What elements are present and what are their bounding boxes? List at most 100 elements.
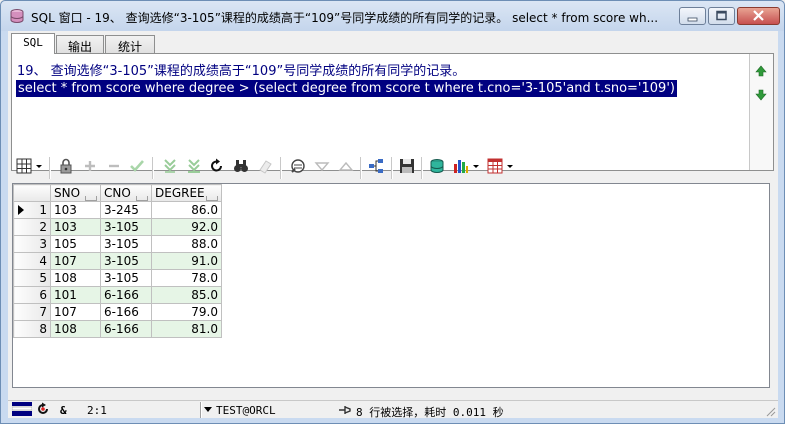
cell-degree[interactable]: 92.0 [151, 218, 222, 236]
bar-chart-icon[interactable] [452, 157, 470, 175]
close-button[interactable] [737, 7, 780, 25]
cell-degree[interactable]: 85.0 [151, 286, 222, 304]
cell-cno[interactable]: 3-105 [100, 235, 152, 253]
status-message: 8 行被选择，耗时 0.011 秒 [356, 406, 504, 419]
dropdown-icon[interactable] [471, 157, 481, 175]
grid-view-icon[interactable] [15, 157, 33, 175]
sql-query-line-selected[interactable]: select * from score where degree > (sele… [16, 80, 677, 97]
cell-sno[interactable]: 108 [50, 269, 101, 287]
cell-degree[interactable]: 86.0 [151, 201, 222, 219]
window-title: SQL 窗口 - 19、 查询选修“3-105”课程的成绩高于“109”号同学成… [31, 11, 659, 25]
cell-sno[interactable]: 103 [50, 201, 101, 219]
connection-indicator-icon [12, 402, 32, 416]
resize-grip-icon[interactable] [764, 405, 776, 417]
column-sort-box[interactable] [136, 196, 148, 201]
column-sort-box[interactable] [85, 196, 97, 201]
status-cursor-position: 2:1 [87, 404, 107, 417]
clear-eraser-icon [259, 160, 272, 174]
table-row[interactable]: 7 107 6-166 79.0 [13, 303, 222, 321]
column-header-degree[interactable]: DEGREE [151, 184, 222, 202]
cell-sno[interactable]: 103 [50, 218, 101, 236]
fetch-next-icon [164, 159, 176, 173]
dropdown-icon[interactable] [34, 157, 44, 175]
sql-window: SQL 窗口 - 19、 查询选修“3-105”课程的成绩高于“109”号同学成… [0, 0, 785, 424]
column-sort-box[interactable] [206, 196, 218, 201]
table-export-icon[interactable] [486, 157, 504, 175]
cell-degree[interactable]: 79.0 [151, 303, 222, 321]
cell-cno[interactable]: 3-105 [100, 252, 152, 270]
title-bar[interactable]: SQL 窗口 - 19、 查询选修“3-105”课程的成绩高于“109”号同学成… [1, 1, 784, 31]
status-connection[interactable]: TEST@ORCL [216, 404, 276, 417]
arrow-up-icon[interactable] [754, 64, 768, 78]
post-changes-icon [130, 160, 144, 172]
row-number[interactable]: 3 [13, 235, 51, 253]
minimize-icon [687, 17, 698, 22]
row-number[interactable]: 5 [13, 269, 51, 287]
export-cylinder-icon[interactable] [428, 157, 446, 175]
table-row[interactable]: 8 108 6-166 81.0 [13, 320, 222, 338]
save-floppy-icon[interactable] [398, 157, 416, 175]
column-header-label: CNO [104, 186, 131, 200]
cell-cno[interactable]: 6-166 [100, 286, 152, 304]
cell-cno[interactable]: 6-166 [100, 320, 152, 338]
tab-sql[interactable]: SQL [11, 33, 55, 54]
maximize-button[interactable] [708, 7, 735, 25]
lock-icon[interactable] [57, 157, 75, 175]
row-number[interactable]: 1 [13, 201, 51, 219]
maximize-icon [716, 10, 727, 21]
cell-degree[interactable]: 78.0 [151, 269, 222, 287]
cell-degree[interactable]: 91.0 [151, 252, 222, 270]
tab-statistics[interactable]: 统计 [105, 35, 155, 54]
row-number[interactable]: 2 [13, 218, 51, 236]
table-row[interactable]: 5 108 3-105 78.0 [13, 269, 222, 287]
grid-corner-cell[interactable] [13, 184, 51, 202]
dropdown-icon[interactable] [505, 157, 515, 175]
table-row[interactable]: 4 107 3-105 91.0 [13, 252, 222, 270]
status-ampersand: & [60, 404, 67, 417]
status-separator [200, 402, 202, 418]
toolbar-separator [49, 157, 51, 179]
sql-comment-line[interactable]: 19、 查询选修“3-105”课程的成绩高于“109”号同学成绩的所有同学的记录… [17, 60, 465, 79]
refresh-icon[interactable] [208, 157, 226, 175]
query-by-example-icon[interactable] [289, 157, 307, 175]
table-row[interactable]: 1 103 3-245 86.0 [13, 201, 222, 219]
column-header-label: DEGREE [155, 186, 205, 200]
refresh-red-icon[interactable] [36, 402, 50, 416]
cell-sno[interactable]: 105 [50, 235, 101, 253]
status-bar: & 2:1 TEST@ORCL 8 行被选择，耗时 0.011 秒 [8, 400, 778, 419]
cell-cno[interactable]: 3-105 [100, 269, 152, 287]
toolbar-separator [391, 157, 393, 179]
row-number[interactable]: 4 [13, 252, 51, 270]
table-row[interactable]: 2 103 3-105 92.0 [13, 218, 222, 236]
column-header-sno[interactable]: SNO [50, 184, 101, 202]
cell-cno[interactable]: 3-245 [100, 201, 152, 219]
cell-degree[interactable]: 81.0 [151, 320, 222, 338]
cell-cno[interactable]: 6-166 [100, 303, 152, 321]
cell-sno[interactable]: 107 [50, 303, 101, 321]
tab-output[interactable]: 输出 [56, 35, 104, 54]
row-number[interactable]: 8 [13, 320, 51, 338]
row-number[interactable]: 6 [13, 286, 51, 304]
arrow-down-icon[interactable] [754, 88, 768, 102]
table-row[interactable]: 3 105 3-105 88.0 [13, 235, 222, 253]
minimize-button[interactable] [679, 7, 706, 25]
result-table: SNO CNO DEGREE 1 103 3-245 86.0 2 103 3-105 92.… [13, 184, 222, 338]
sort-ascending-icon [338, 161, 354, 171]
connection-dropdown-icon[interactable] [204, 407, 212, 413]
cell-sno[interactable]: 101 [50, 286, 101, 304]
toolbar-separator [421, 157, 423, 179]
grid-header-row: SNO CNO DEGREE [13, 184, 222, 202]
cell-degree[interactable]: 88.0 [151, 235, 222, 253]
database-icon [10, 9, 24, 23]
current-row-pointer-icon [18, 205, 24, 215]
cell-sno[interactable]: 107 [50, 252, 101, 270]
cell-cno[interactable]: 3-105 [100, 218, 152, 236]
row-number[interactable]: 7 [13, 303, 51, 321]
find-binoculars-icon[interactable] [232, 157, 250, 175]
cell-sno[interactable]: 108 [50, 320, 101, 338]
table-row[interactable]: 6 101 6-166 85.0 [13, 286, 222, 304]
column-header-cno[interactable]: CNO [100, 184, 152, 202]
grid-toolbar [11, 151, 774, 185]
toolbar-separator [152, 157, 154, 179]
link-tree-icon[interactable] [367, 157, 385, 175]
